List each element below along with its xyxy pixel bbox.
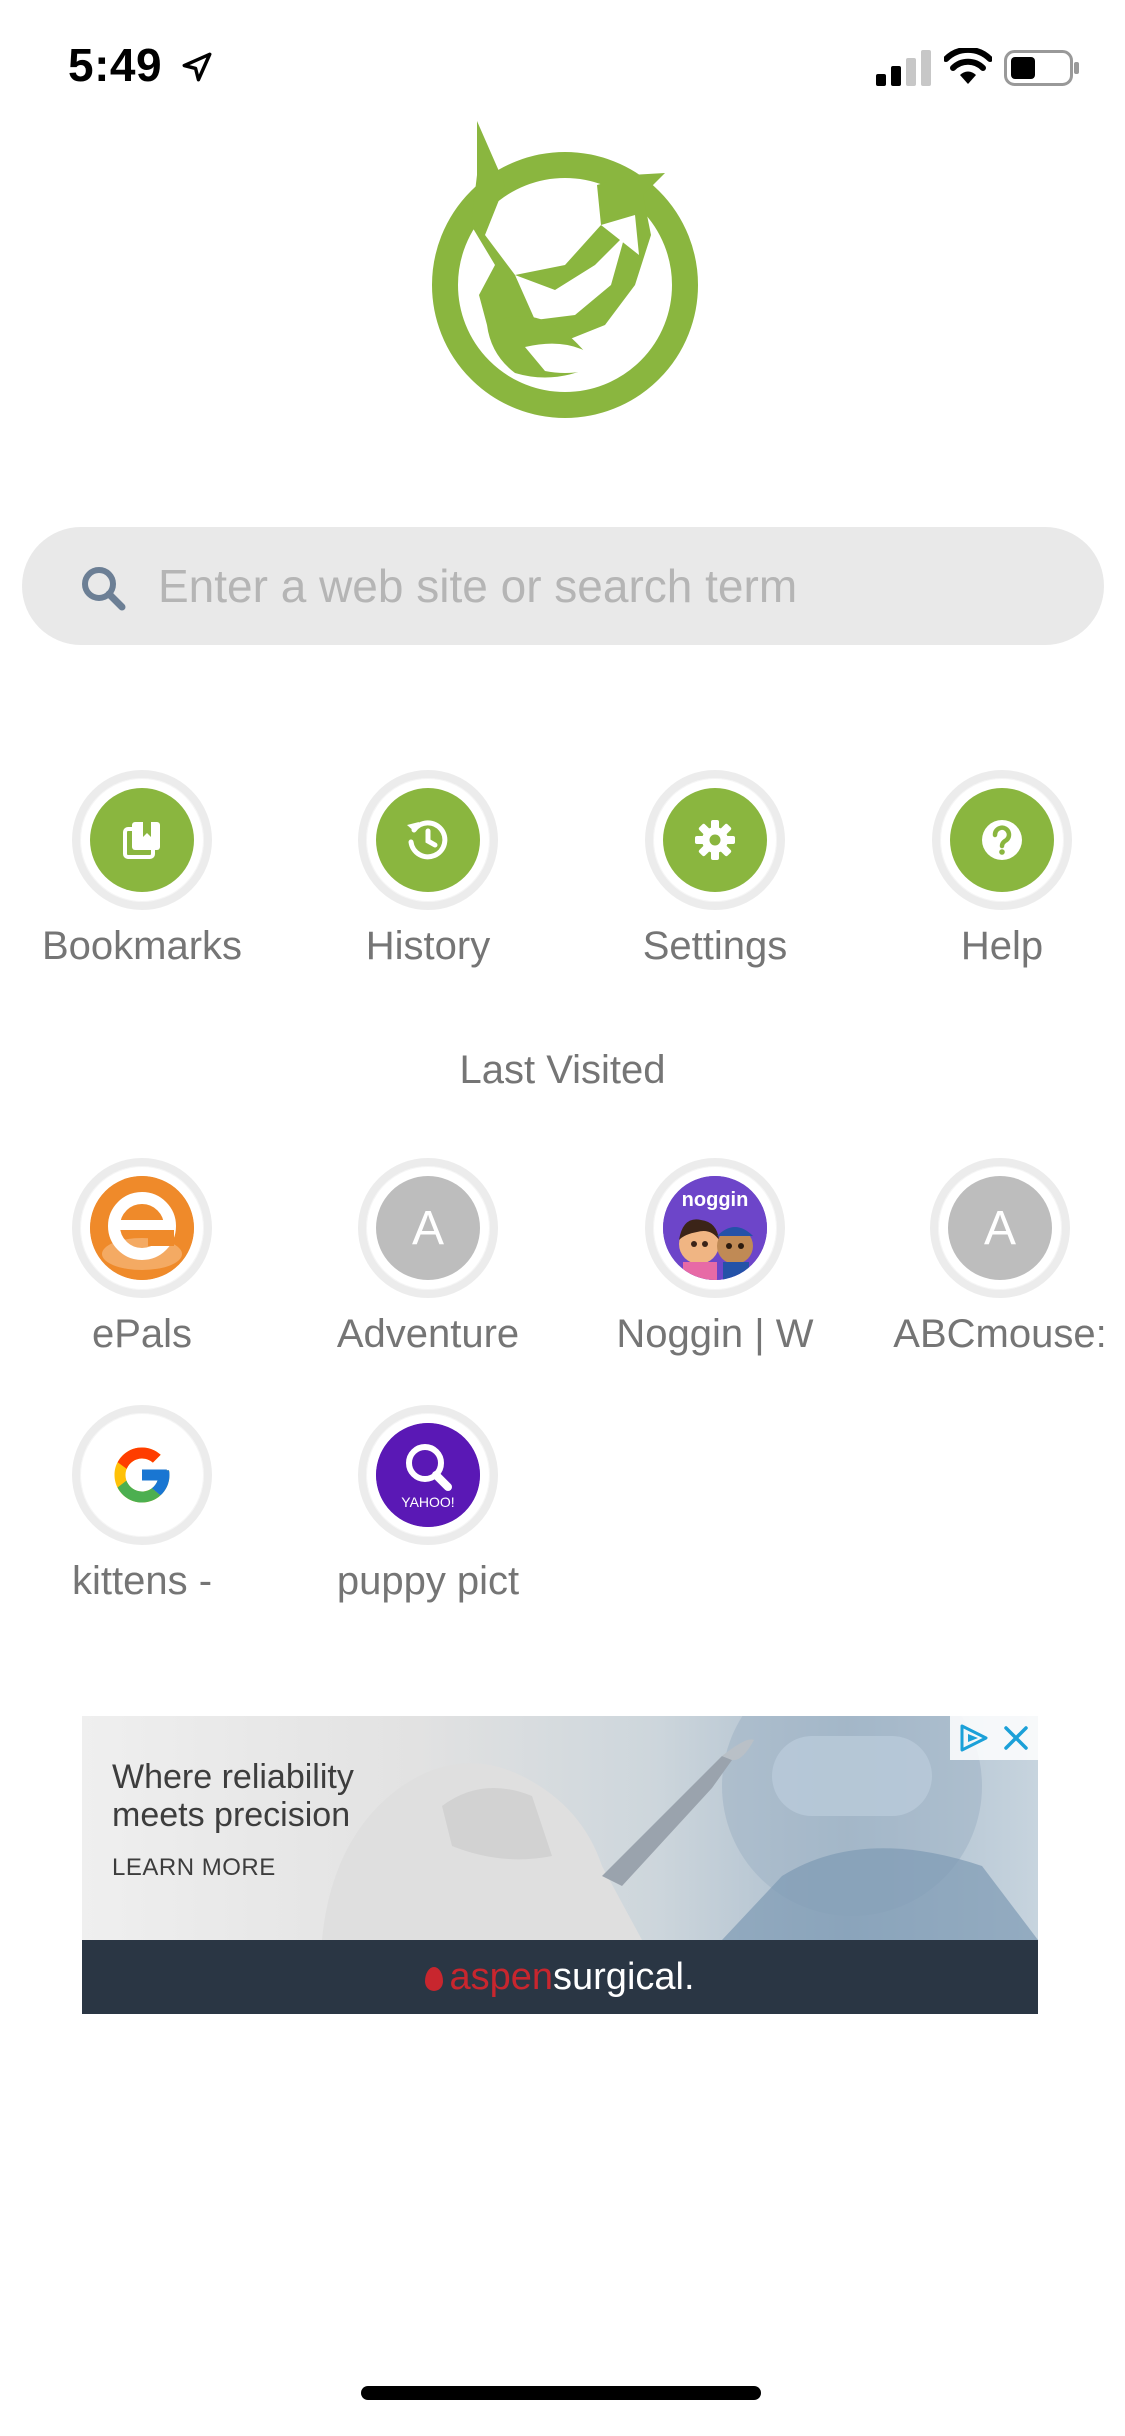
noggin-characters-icon: noggin	[663, 1176, 767, 1280]
bookmarks-button[interactable]: Bookmarks	[12, 770, 272, 969]
last-visited-item-adventure[interactable]: A Adventure	[298, 1158, 558, 1357]
status-bar: 5:49	[0, 0, 1125, 130]
help-label: Help	[960, 924, 1044, 968]
last-visited-label: kittens -	[71, 1559, 213, 1603]
last-visited-item-abcmouse[interactable]: A ABCmouse:	[870, 1158, 1125, 1357]
ad-learn-more[interactable]: LEARN MORE	[112, 1854, 276, 1882]
help-icon	[982, 820, 1022, 860]
yahoo-wordmark: YAHOO!	[401, 1494, 454, 1510]
ad-brand-part2: surgical.	[553, 1956, 695, 1998]
location-arrow-icon	[182, 52, 212, 82]
letter-favicon: A	[376, 1176, 480, 1280]
ad-brand-part1: aspen	[449, 1956, 554, 1998]
ad-badge	[950, 1716, 1038, 1760]
history-badge	[376, 788, 480, 892]
yahoo-favicon: YAHOO!	[376, 1423, 480, 1527]
cellular-signal-icon	[876, 50, 931, 86]
last-visited-title: Last Visited	[459, 1048, 666, 1092]
help-badge	[950, 788, 1054, 892]
bookmarks-icon	[123, 822, 160, 859]
battery-icon	[1004, 50, 1079, 86]
epals-ring	[72, 1158, 212, 1298]
kittens-ring	[72, 1405, 212, 1545]
settings-ring	[645, 770, 785, 910]
search-bar[interactable]	[22, 527, 1104, 645]
noggin-wordmark: noggin	[682, 1189, 749, 1211]
bookmarks-ring	[72, 770, 212, 910]
settings-badge	[663, 788, 767, 892]
home-indicator[interactable]	[361, 2386, 761, 2400]
google-g-icon	[114, 1447, 170, 1503]
status-time: 5:49	[68, 39, 163, 91]
history-label: History	[365, 924, 491, 968]
bookmarks-badge	[90, 788, 194, 892]
epals-favicon	[90, 1176, 194, 1280]
last-visited-item-noggin[interactable]: noggin Noggin | W	[585, 1158, 845, 1357]
ad-headline: Where reliability meets precision	[112, 1758, 354, 1834]
abcmouse-ring: A	[930, 1158, 1070, 1298]
last-visited-label: Adventure	[336, 1312, 520, 1356]
last-visited-label: ePals	[91, 1312, 193, 1356]
yahoo-search-icon: YAHOO!	[376, 1423, 480, 1527]
history-ring	[358, 770, 498, 910]
fox-logo-icon	[432, 121, 698, 418]
gear-icon	[695, 820, 735, 860]
last-visited-label: Noggin | W	[616, 1312, 814, 1356]
history-icon	[407, 820, 448, 860]
settings-button[interactable]: Settings	[585, 770, 845, 969]
ad-brand-bar: aspensurgical.	[82, 1940, 1038, 2014]
adchoices-icon[interactable]	[956, 1722, 990, 1754]
ad-brand: aspensurgical.	[82, 1940, 1038, 2014]
search-input[interactable]	[134, 527, 1074, 645]
help-button[interactable]: Help	[872, 770, 1125, 969]
letter-favicon: A	[948, 1176, 1052, 1280]
noggin-favicon: noggin	[663, 1176, 767, 1280]
last-visited-item-epals[interactable]: ePals	[12, 1158, 272, 1357]
epals-logo-icon	[90, 1176, 194, 1280]
noggin-ring: noggin	[645, 1158, 785, 1298]
puppy-ring: YAHOO!	[358, 1405, 498, 1545]
last-visited-label: ABCmouse:	[893, 1312, 1107, 1356]
settings-label: Settings	[642, 924, 788, 968]
close-icon[interactable]	[1000, 1722, 1032, 1754]
adventure-ring: A	[358, 1158, 498, 1298]
last-visited-label: puppy pict	[336, 1559, 520, 1603]
last-visited-item-kittens[interactable]: kittens -	[12, 1405, 272, 1604]
google-favicon	[90, 1423, 194, 1527]
ad-banner[interactable]: Where reliability meets precision LEARN …	[82, 1716, 1038, 2014]
last-visited-item-puppy[interactable]: YAHOO! puppy pict	[298, 1405, 558, 1604]
search-icon	[82, 567, 126, 611]
help-ring	[932, 770, 1072, 910]
aspen-drop-icon	[425, 1966, 444, 1991]
wifi-icon	[944, 48, 992, 84]
bookmarks-label: Bookmarks	[41, 924, 243, 968]
history-button[interactable]: History	[298, 770, 558, 969]
